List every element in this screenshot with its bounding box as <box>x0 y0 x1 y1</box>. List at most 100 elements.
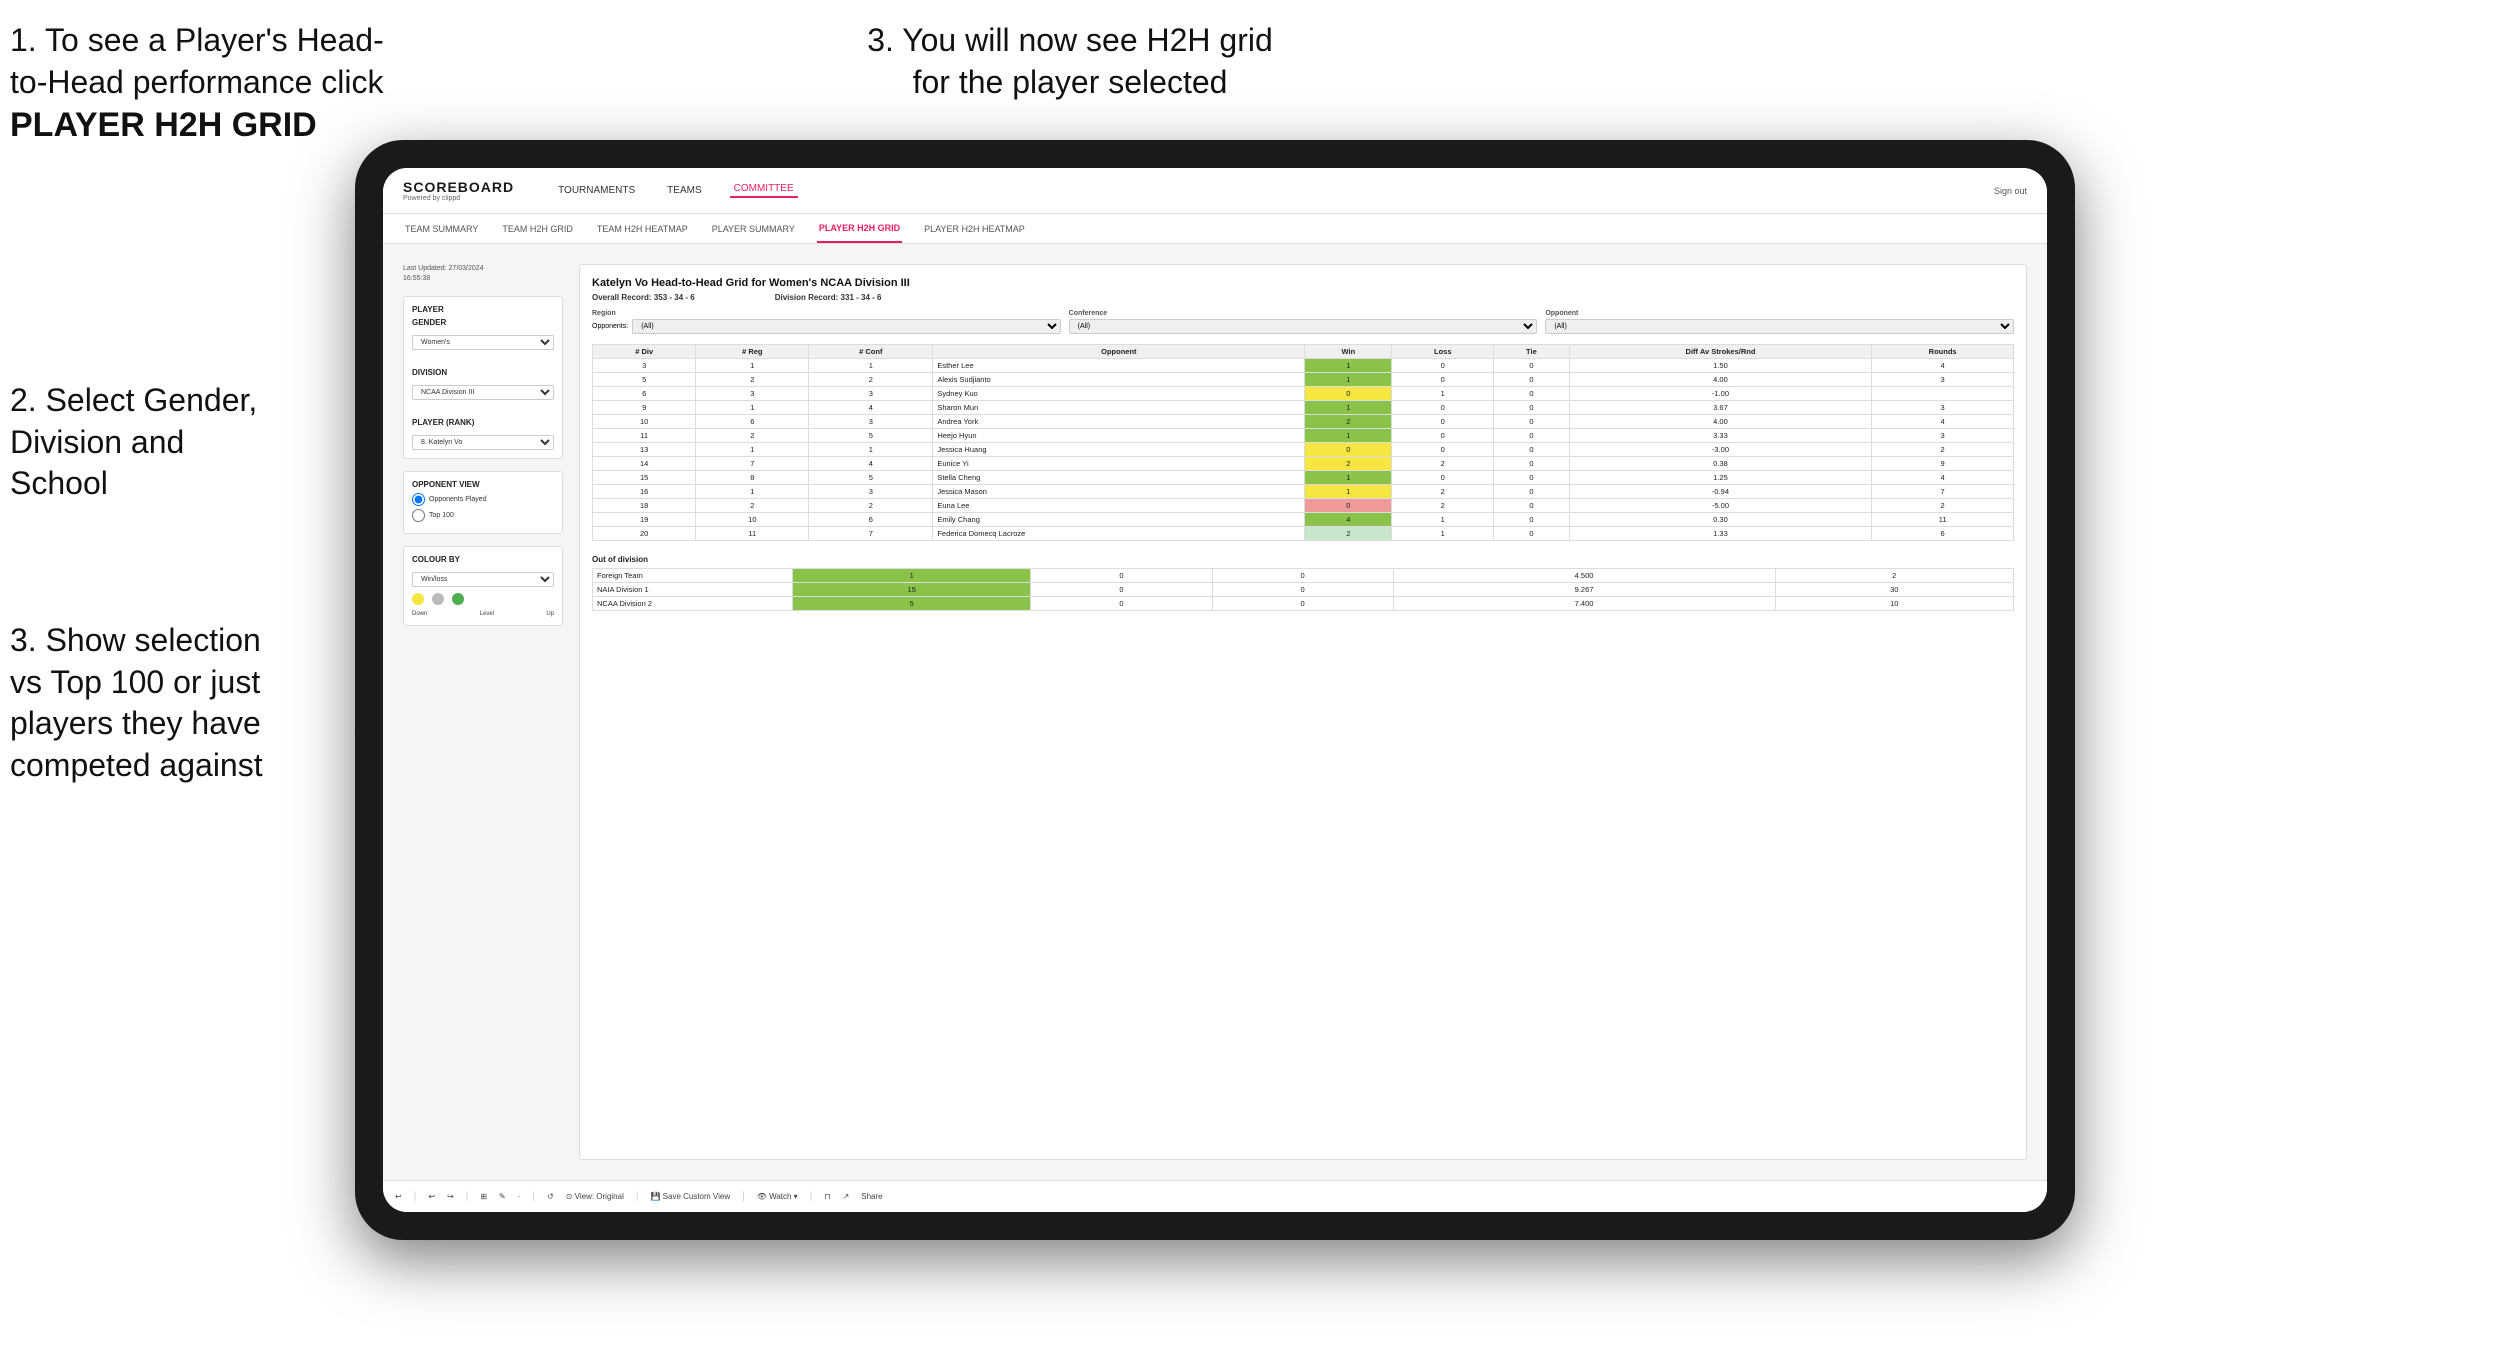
col-reg: # Reg <box>696 345 809 359</box>
opponent-select[interactable]: (All) <box>1545 319 2014 334</box>
col-loss: Loss <box>1392 345 1494 359</box>
toolbar-save-custom[interactable]: 💾 Save Custom View <box>650 1192 730 1201</box>
colour-dot-up <box>452 593 464 605</box>
table-row: 11 2 5 Heejo Hyun 1 0 0 3.33 3 <box>593 429 2014 443</box>
instruction-mid-left: 2. Select Gender,Division andSchool <box>10 380 350 505</box>
division-select[interactable]: NCAA Division III <box>412 385 554 400</box>
toolbar-dot[interactable]: · <box>518 1192 521 1201</box>
player-rank-label: Player (Rank) <box>412 418 554 427</box>
player-rank-select[interactable]: 8. Katelyn Vo <box>412 435 554 450</box>
sub-nav-team-h2h[interactable]: TEAM H2H GRID <box>500 214 575 243</box>
h2h-area: Katelyn Vo Head-to-Head Grid for Women's… <box>579 264 2027 1160</box>
table-row: 14 7 4 Eunice Yi 2 2 0 0.38 9 <box>593 457 2014 471</box>
top-nav: SCOREBOARD Powered by clippd TOURNAMENTS… <box>383 168 2047 214</box>
instruction-bold: PLAYER H2H GRID <box>10 106 317 144</box>
opponent-filter: Opponent (All) <box>1545 310 2014 334</box>
table-row: 5 2 2 Alexis Sudjianto 1 0 0 4.00 3 <box>593 373 2014 387</box>
nav-teams[interactable]: TEAMS <box>663 185 705 196</box>
colour-section: Colour by Win/loss Down Level Up <box>403 546 563 626</box>
table-row: 20 11 7 Federica Domecq Lacroze 2 1 0 1.… <box>593 527 2014 541</box>
toolbar-redo[interactable]: ↪ <box>447 1192 454 1201</box>
instruction-top-left: 1. To see a Player's Head- to-Head perfo… <box>10 20 390 147</box>
col-rounds: Rounds <box>1872 345 2014 359</box>
logo-area: SCOREBOARD Powered by clippd <box>403 179 514 202</box>
conference-select[interactable]: (All) <box>1069 319 1538 334</box>
logo-sub: Powered by clippd <box>403 195 514 202</box>
instruction-bot-left: 3. Show selectionvs Top 100 or justplaye… <box>10 620 350 786</box>
main-content: Last Updated: 27/03/2024 16:55:38 Player… <box>383 244 2047 1180</box>
col-opponent: Opponent <box>933 345 1305 359</box>
out-division-row: NCAA Division 2 5 0 0 7.400 10 <box>593 597 2014 611</box>
sign-out-button[interactable]: Sign out <box>1994 186 2027 196</box>
region-filter: Region Opponents: (All) <box>592 310 1061 334</box>
colour-label: Colour by <box>412 555 554 564</box>
sub-nav-team-summary[interactable]: TEAM SUMMARY <box>403 214 480 243</box>
toolbar-view-original[interactable]: ⊙ View: Original <box>566 1192 624 1201</box>
sidebar: Last Updated: 27/03/2024 16:55:38 Player… <box>403 264 563 1160</box>
region-select[interactable]: (All) <box>632 319 1060 334</box>
toolbar-undo[interactable]: ↩ <box>395 1192 402 1201</box>
h2h-records: Overall Record: 353 - 34 - 6 Division Re… <box>592 293 2014 302</box>
player-label: Player <box>412 305 554 314</box>
radio-top100[interactable]: Top 100 <box>412 509 554 522</box>
player-section: Player Gender Women's Division NCAA Divi… <box>403 296 563 459</box>
out-of-division-table: Foreign Team 1 0 0 4.500 2 NAIA Division… <box>592 568 2014 611</box>
table-row: 15 8 5 Stella Cheng 1 0 0 1.25 4 <box>593 471 2014 485</box>
toolbar-watch[interactable]: 👁 Watch ▾ <box>757 1192 798 1201</box>
sub-nav-player-h2h[interactable]: PLAYER H2H GRID <box>817 214 902 243</box>
sub-nav-player-heatmap[interactable]: PLAYER H2H HEATMAP <box>922 214 1027 243</box>
gender-label: Gender <box>412 318 554 327</box>
colour-up-label: Up <box>546 611 554 617</box>
toolbar-grid[interactable]: ⊞ <box>480 1192 487 1201</box>
toolbar-share-label[interactable]: Share <box>861 1192 882 1201</box>
toolbar-arrow[interactable]: ⊓ <box>824 1192 830 1201</box>
nav-tournaments[interactable]: TOURNAMENTS <box>554 185 639 196</box>
opponent-view-section: Opponent view Opponents Played Top 100 <box>403 471 563 534</box>
tablet-screen: SCOREBOARD Powered by clippd TOURNAMENTS… <box>383 168 2047 1212</box>
sub-nav-team-heatmap[interactable]: TEAM H2H HEATMAP <box>595 214 690 243</box>
instruction-top-right: 3. You will now see H2H gridfor the play… <box>820 20 1320 103</box>
out-title: Out of division <box>592 555 2014 564</box>
bottom-toolbar: ↩ | ↩ ↪ | ⊞ ✎ · | ↺ ⊙ View: Original | 💾… <box>383 1180 2047 1212</box>
filter-row: Region Opponents: (All) Conference (All) <box>592 310 2014 334</box>
instruction-line1: 1. To see a Player's Head- <box>10 22 384 58</box>
table-row: 3 1 1 Esther Lee 1 0 0 1.50 4 <box>593 359 2014 373</box>
toolbar-refresh[interactable]: ↺ <box>547 1192 554 1201</box>
toolbar-undo2[interactable]: ↩ <box>428 1192 435 1201</box>
out-division-row: NAIA Division 1 15 0 0 9.267 30 <box>593 583 2014 597</box>
opponent-view-label: Opponent view <box>412 480 554 489</box>
colour-dot-down <box>412 593 424 605</box>
radio-opponents-played[interactable]: Opponents Played <box>412 493 554 506</box>
col-win: Win <box>1305 345 1392 359</box>
table-row: 19 10 6 Emily Chang 4 1 0 0.30 11 <box>593 513 2014 527</box>
table-row: 13 1 1 Jessica Huang 0 0 0 -3.00 2 <box>593 443 2014 457</box>
out-division-row: Foreign Team 1 0 0 4.500 2 <box>593 569 2014 583</box>
colour-level-label: Level <box>480 611 494 617</box>
col-tie: Tie <box>1494 345 1570 359</box>
toolbar-edit[interactable]: ✎ <box>499 1192 506 1201</box>
colour-down-label: Down <box>412 611 427 617</box>
gender-select[interactable]: Women's <box>412 335 554 350</box>
sub-nav: TEAM SUMMARY TEAM H2H GRID TEAM H2H HEAT… <box>383 214 2047 244</box>
overall-record: Overall Record: 353 - 34 - 6 <box>592 293 695 302</box>
table-row: 9 1 4 Sharon Mun 1 0 0 3.67 3 <box>593 401 2014 415</box>
col-div: # Div <box>593 345 696 359</box>
col-diff: Diff Av Strokes/Rnd <box>1569 345 1872 359</box>
h2h-title: Katelyn Vo Head-to-Head Grid for Women's… <box>592 277 2014 289</box>
tablet: SCOREBOARD Powered by clippd TOURNAMENTS… <box>355 140 2075 1240</box>
toolbar-share-icon[interactable]: ↗ <box>843 1192 850 1201</box>
table-row: 16 1 3 Jessica Mason 1 2 0 -0.94 7 <box>593 485 2014 499</box>
out-of-division: Out of division Foreign Team 1 0 0 4.500… <box>592 555 2014 611</box>
instruction-line2: to-Head performance click <box>10 64 383 100</box>
logo-text: SCOREBOARD <box>403 179 514 195</box>
conference-filter: Conference (All) <box>1069 310 1538 334</box>
col-conf: # Conf <box>809 345 933 359</box>
table-row: 18 2 2 Euna Lee 0 2 0 -5.00 2 <box>593 499 2014 513</box>
sub-nav-player-summary[interactable]: PLAYER SUMMARY <box>710 214 797 243</box>
colour-select[interactable]: Win/loss <box>412 572 554 587</box>
table-row: 10 6 3 Andrea York 2 0 0 4.00 4 <box>593 415 2014 429</box>
colour-dot-level <box>432 593 444 605</box>
table-row: 6 3 3 Sydney Kuo 0 1 0 -1.00 <box>593 387 2014 401</box>
nav-committee[interactable]: COMMITTEE <box>730 183 798 198</box>
h2h-table: # Div # Reg # Conf Opponent Win Loss Tie… <box>592 344 2014 541</box>
